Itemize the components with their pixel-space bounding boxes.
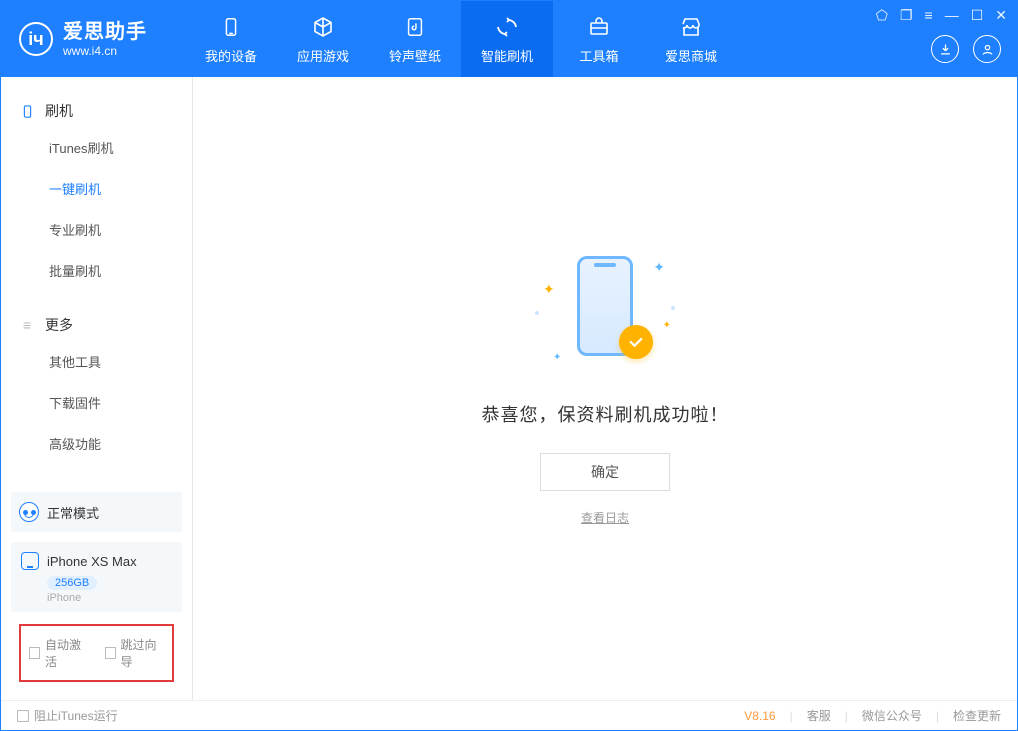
phone-outline-icon	[19, 103, 35, 119]
sidebar-group-flash: 刷机 iTunes刷机 一键刷机 专业刷机 批量刷机	[1, 77, 192, 291]
checkbox-block-itunes[interactable]: 阻止iTunes运行	[17, 707, 118, 724]
nav-my-device[interactable]: 我的设备	[185, 1, 277, 77]
version-label: V8.16	[744, 709, 775, 723]
device-icon	[218, 14, 244, 40]
nav-toolbox[interactable]: 工具箱	[553, 1, 645, 77]
minimize-button[interactable]: —	[945, 7, 959, 24]
list-icon: ≡	[19, 317, 35, 333]
menu-icon[interactable]: ≡	[925, 7, 933, 24]
footer-link-support[interactable]: 客服	[807, 707, 831, 724]
refresh-icon	[494, 14, 520, 40]
app-name: 爱思助手	[63, 20, 147, 44]
mode-label: 正常模式	[47, 503, 99, 522]
maximize-button[interactable]: ☐	[971, 7, 984, 24]
nav-shop[interactable]: 爱思商城	[645, 1, 737, 77]
app-logo: iч 爱思助手 www.i4.cn	[1, 1, 165, 77]
window-controls: ⬠ ❐ ≡ — ☐ ✕	[876, 7, 1007, 24]
shop-icon	[678, 14, 704, 40]
sidebar-item-download-firmware[interactable]: 下载固件	[1, 382, 192, 423]
sparkle-icon: ✦	[543, 281, 555, 298]
mode-icon	[19, 502, 39, 522]
sidebar-item-batch-flash[interactable]: 批量刷机	[1, 250, 192, 291]
download-button[interactable]	[931, 35, 959, 63]
success-message: 恭喜您，保资料刷机成功啦！	[482, 401, 729, 427]
top-nav: 我的设备 应用游戏 铃声壁纸 智能刷机 工具箱 爱思商城	[185, 1, 737, 77]
feedback-icon[interactable]: ❐	[900, 7, 913, 24]
device-info[interactable]: iPhone XS Max 256GB iPhone	[11, 542, 182, 612]
checkbox-skip-guide[interactable]: 跳过向导	[105, 636, 165, 670]
device-type: iPhone	[47, 592, 172, 604]
device-mode[interactable]: 正常模式	[11, 492, 182, 532]
sidebar-item-other-tools[interactable]: 其他工具	[1, 341, 192, 382]
sparkle-icon: ✦	[653, 259, 665, 276]
logo-icon: iч	[19, 22, 53, 56]
close-button[interactable]: ✕	[995, 7, 1007, 24]
status-bar: 阻止iTunes运行 V8.16 | 客服 | 微信公众号 | 检查更新	[1, 700, 1017, 730]
toolbox-icon	[586, 14, 612, 40]
sparkle-icon: ✦	[663, 320, 671, 331]
sidebar: 刷机 iTunes刷机 一键刷机 专业刷机 批量刷机 ≡ 更多 其他工具 下载固…	[1, 77, 193, 700]
success-illustration: ✦ ✦ ✦ ✦	[535, 251, 675, 371]
sidebar-title-more: ≡ 更多	[1, 309, 192, 341]
skin-icon[interactable]: ⬠	[876, 7, 888, 24]
sidebar-item-oneclick-flash[interactable]: 一键刷机	[1, 168, 192, 209]
sidebar-item-advanced[interactable]: 高级功能	[1, 423, 192, 464]
app-header: iч 爱思助手 www.i4.cn 我的设备 应用游戏 铃声壁纸 智能刷机 工具…	[1, 1, 1017, 77]
sidebar-group-more: ≡ 更多 其他工具 下载固件 高级功能	[1, 291, 192, 464]
main-content: ✦ ✦ ✦ ✦ 恭喜您，保资料刷机成功啦！ 确定 查看日志	[193, 77, 1017, 700]
sidebar-item-pro-flash[interactable]: 专业刷机	[1, 209, 192, 250]
sidebar-title-flash: 刷机	[1, 95, 192, 127]
check-badge-icon	[619, 325, 653, 359]
app-url: www.i4.cn	[63, 44, 147, 58]
device-name: iPhone XS Max	[47, 554, 137, 569]
nav-apps-games[interactable]: 应用游戏	[277, 1, 369, 77]
header-right-buttons	[931, 35, 1001, 63]
checkbox-auto-activate[interactable]: 自动激活	[29, 636, 89, 670]
nav-ringtone-wallpaper[interactable]: 铃声壁纸	[369, 1, 461, 77]
device-small-icon	[21, 552, 39, 570]
footer-link-wechat[interactable]: 微信公众号	[862, 707, 922, 724]
nav-smart-flash[interactable]: 智能刷机	[461, 1, 553, 77]
view-log-link[interactable]: 查看日志	[581, 509, 629, 526]
music-icon	[402, 14, 428, 40]
cube-icon	[310, 14, 336, 40]
user-button[interactable]	[973, 35, 1001, 63]
footer-link-update[interactable]: 检查更新	[953, 707, 1001, 724]
device-storage-badge: 256GB	[47, 576, 97, 590]
sidebar-item-itunes-flash[interactable]: iTunes刷机	[1, 127, 192, 168]
highlighted-options: 自动激活 跳过向导	[19, 624, 174, 682]
ok-button[interactable]: 确定	[540, 453, 670, 491]
sparkle-icon: ✦	[553, 352, 561, 363]
